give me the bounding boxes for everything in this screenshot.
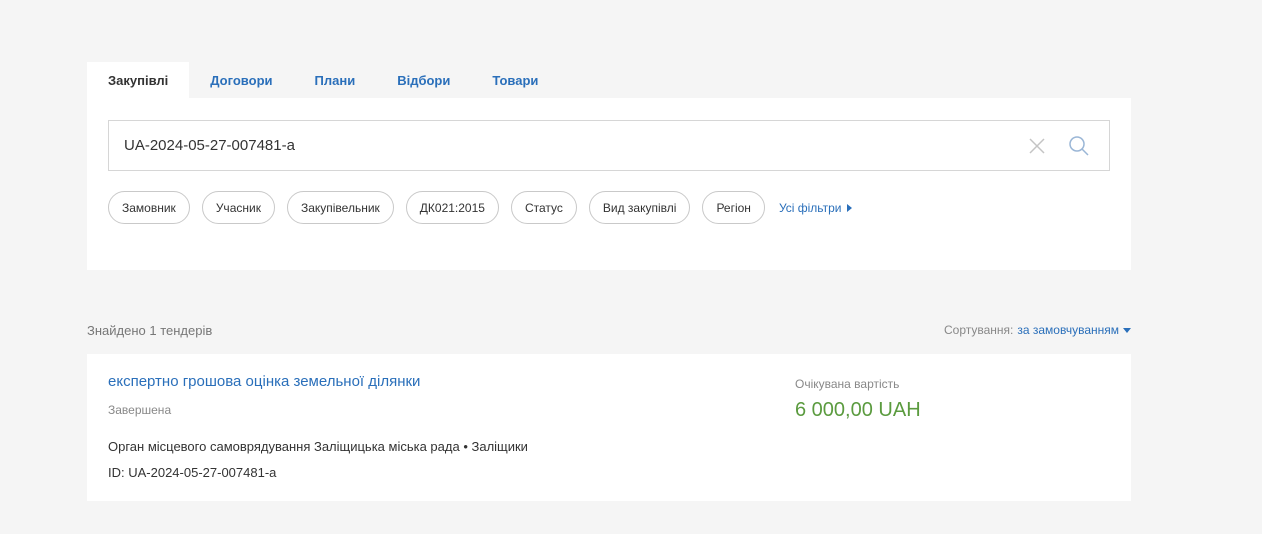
close-icon[interactable] (1025, 134, 1049, 158)
filter-chip-buyer[interactable]: Закупівельник (286, 191, 394, 224)
filter-chip-status[interactable]: Статус (510, 191, 577, 224)
tab-goods[interactable]: Товари (471, 62, 559, 98)
chevron-down-icon (1123, 327, 1131, 333)
tab-purchases[interactable]: Закупівлі (87, 62, 190, 98)
all-filters-link[interactable]: Усі фільтри (779, 201, 852, 215)
sorting-value: за замовчуванням (1017, 323, 1119, 337)
tender-card: експертно грошова оцінка земельної ділян… (87, 354, 1131, 501)
tender-organization: Орган місцевого самоврядування Заліщицьк… (108, 439, 528, 454)
tab-selections[interactable]: Відбори (376, 62, 471, 98)
tender-status: Завершена (108, 403, 172, 417)
search-icon[interactable] (1067, 134, 1091, 158)
filter-chip-participant[interactable]: Учасник (201, 191, 275, 224)
search-box (108, 120, 1110, 171)
all-filters-label: Усі фільтри (778, 200, 842, 215)
sorting-label: Сортування: (943, 323, 1014, 337)
search-panel: Замовник Учасник Закупівельник ДК021:201… (87, 98, 1131, 270)
caret-right-icon (846, 203, 852, 212)
expected-value-amount: 6 000,00 UAH (795, 399, 921, 421)
filter-chip-cpv[interactable]: ДК021:2015 (405, 191, 499, 224)
filter-chips: Замовник Учасник Закупівельник ДК021:201… (108, 191, 852, 224)
tab-plans[interactable]: Плани (294, 62, 377, 98)
filter-chip-procurement-type[interactable]: Вид закупівлі (588, 191, 691, 224)
filter-chip-customer[interactable]: Замовник (108, 191, 190, 224)
search-input[interactable] (109, 121, 1025, 170)
search-actions (1025, 134, 1109, 158)
search-tabs: Закупівлі Договори Плани Відбори Товари (87, 62, 559, 98)
expected-value-label: Очікувана вартість (795, 377, 900, 391)
results-count: Знайдено 1 тендерів (87, 323, 213, 338)
tender-title-link[interactable]: експертно грошова оцінка земельної ділян… (108, 373, 420, 390)
tender-id: ID: UA-2024-05-27-007481-a (108, 465, 277, 480)
sorting-control: Сортування: за замовчуванням (944, 323, 1131, 337)
tab-contracts[interactable]: Договори (189, 62, 293, 98)
sorting-dropdown[interactable]: за замовчуванням (1017, 323, 1131, 337)
filter-chip-region[interactable]: Регіон (702, 191, 765, 224)
